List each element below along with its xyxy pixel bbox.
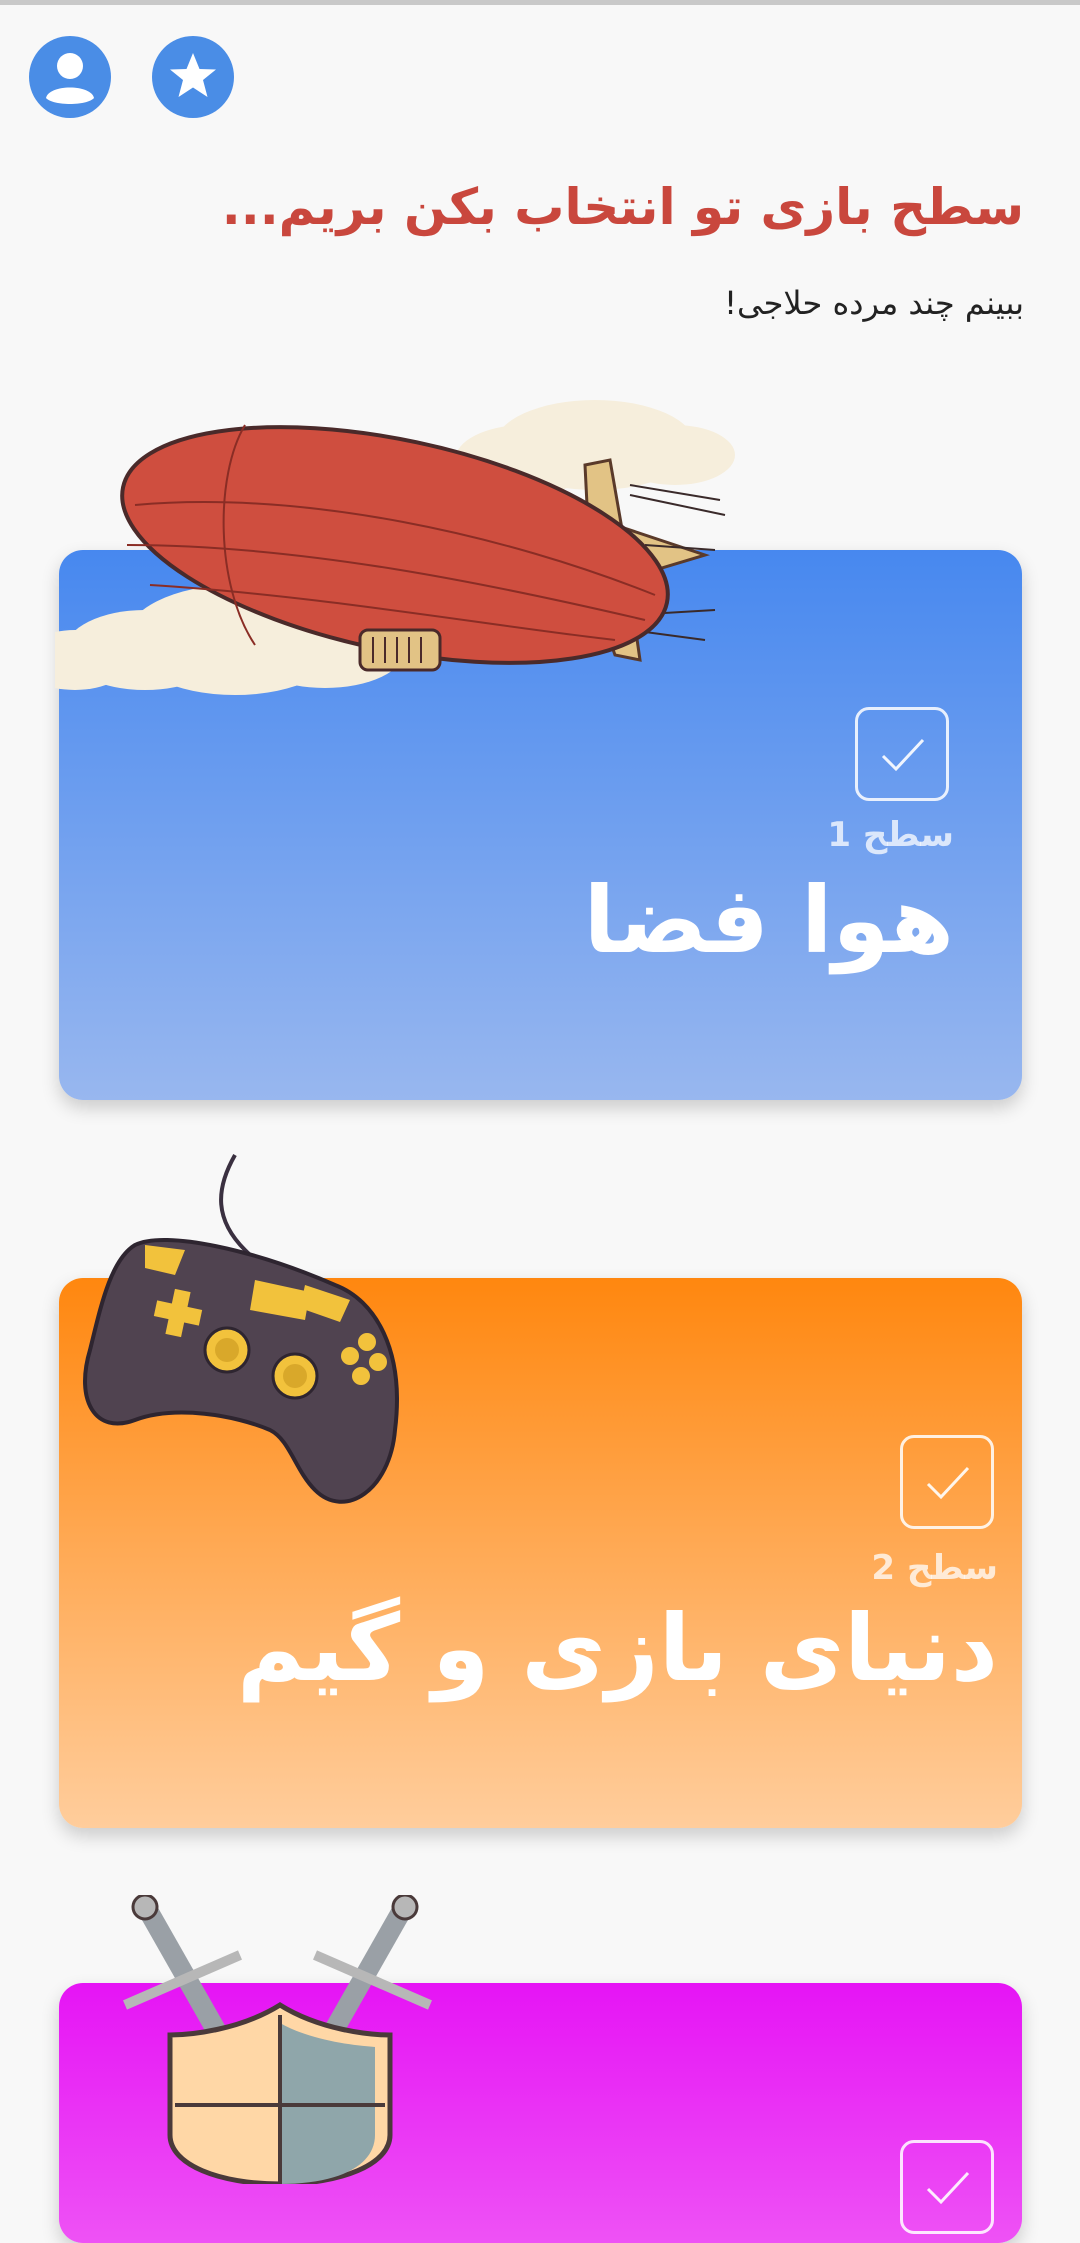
check-box[interactable] bbox=[900, 1435, 994, 1529]
level-name: دنیای بازی و گیم bbox=[236, 1595, 998, 1702]
check-icon bbox=[926, 1466, 970, 1500]
page-title: سطح بازی تو انتخاب بکن بریم... bbox=[221, 178, 1024, 236]
check-icon bbox=[926, 2171, 970, 2205]
gamepad-illustration bbox=[83, 1154, 399, 1504]
status-divider bbox=[0, 0, 1080, 5]
shield-swords-illustration bbox=[123, 1895, 432, 2184]
check-box[interactable] bbox=[855, 707, 949, 801]
favorites-button[interactable] bbox=[152, 36, 234, 118]
page-subtitle: ببینم چند مرده حلاجی! bbox=[724, 284, 1024, 322]
airship-illustration bbox=[55, 400, 735, 695]
check-box[interactable] bbox=[900, 2140, 994, 2234]
star-icon bbox=[170, 53, 216, 97]
level-label: سطح 1 bbox=[827, 815, 954, 855]
level-label: سطح 2 bbox=[871, 1548, 998, 1588]
account-circle-icon bbox=[46, 53, 94, 104]
check-icon bbox=[881, 738, 925, 772]
level-name: هوا فضا bbox=[583, 867, 954, 974]
profile-button[interactable] bbox=[29, 36, 111, 118]
